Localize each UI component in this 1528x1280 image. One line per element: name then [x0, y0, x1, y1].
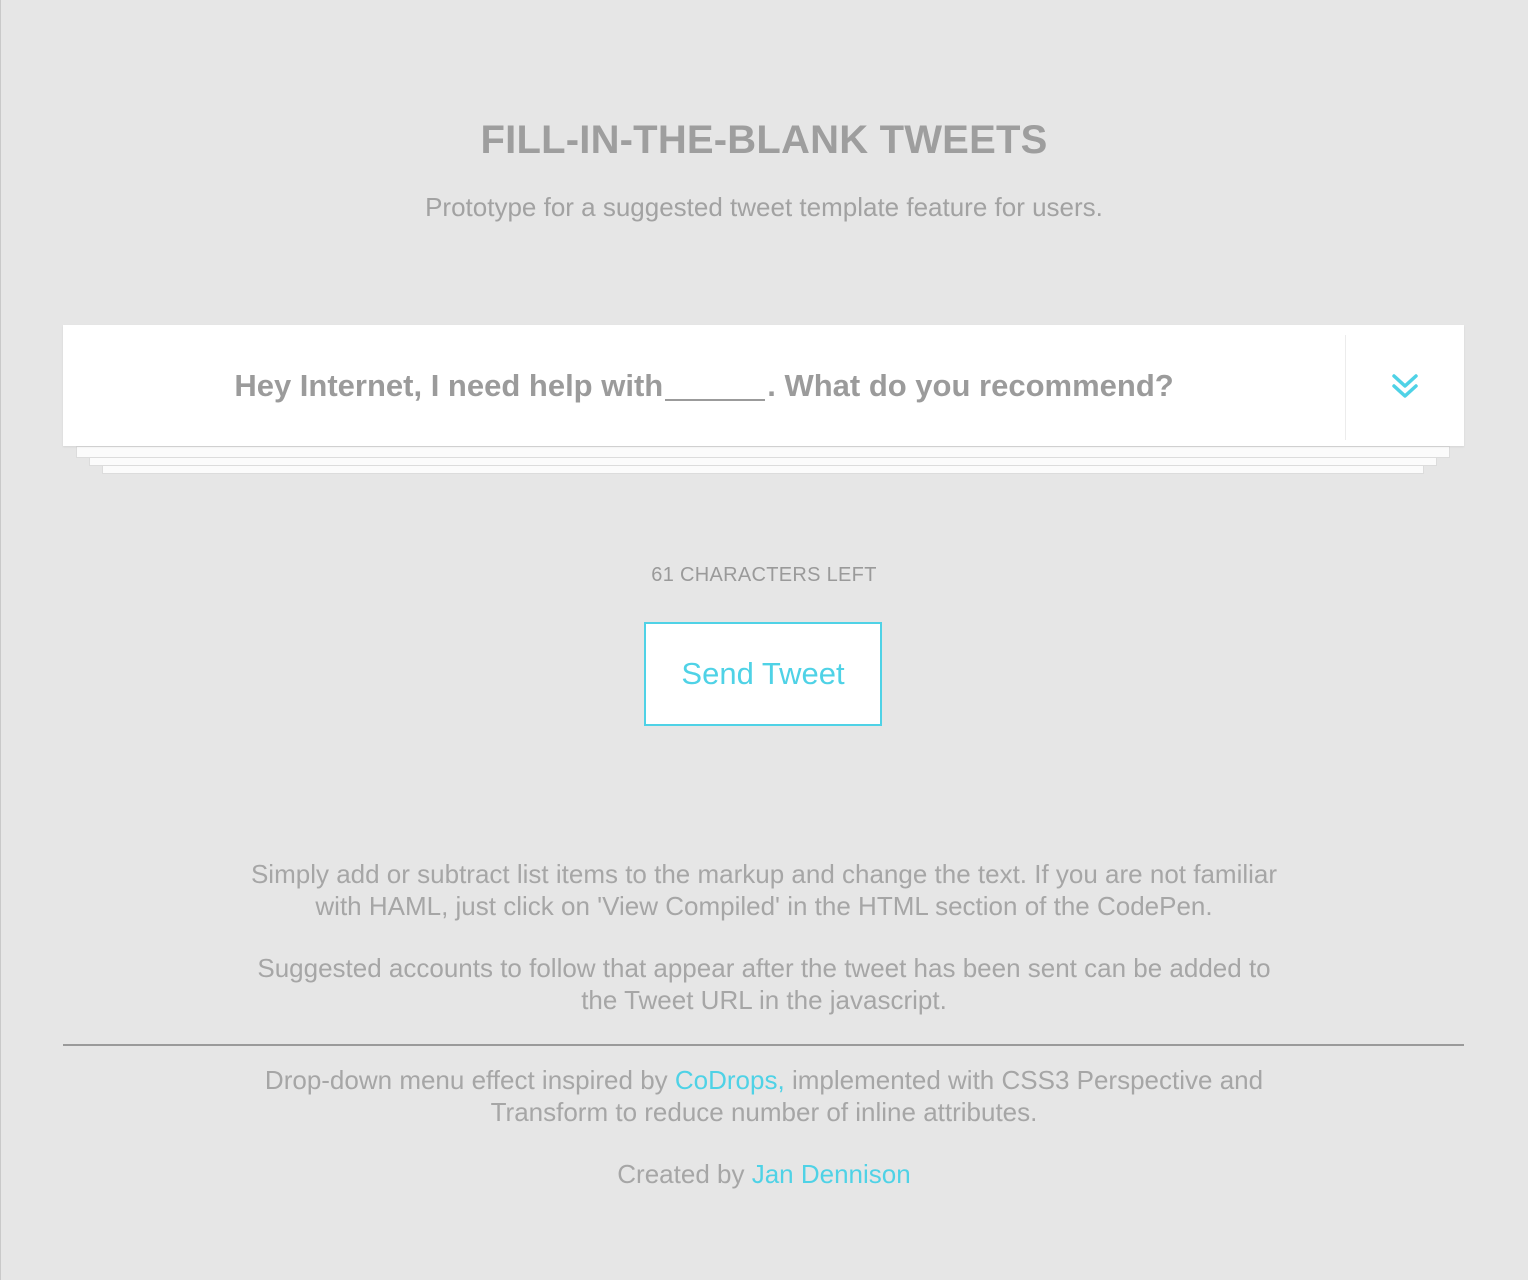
- page-title: FILL-IN-THE-BLANK TWEETS: [480, 118, 1048, 162]
- dropdown-toggle-button[interactable]: [1346, 325, 1464, 446]
- tweet-template-card[interactable]: Hey Internet, I need help with . What do…: [63, 325, 1464, 446]
- info-paragraph-haml: Simply add or subtract list items to the…: [0, 858, 1528, 922]
- footer-credit: Drop-down menu effect inspired by CoDrop…: [0, 1064, 1528, 1128]
- card-stack-layer: [76, 446, 1450, 458]
- tweet-text-before-blank: Hey Internet, I need help with: [234, 367, 664, 403]
- double-chevron-down-icon: [1392, 373, 1418, 398]
- created-by: Created by Jan Dennison: [0, 1158, 1528, 1190]
- codrops-link[interactable]: CoDrops,: [675, 1065, 785, 1095]
- info-line: with HAML, just click on 'View Compiled'…: [315, 891, 1213, 921]
- info-line: Simply add or subtract list items to the…: [250, 859, 1278, 889]
- footer-credit-line: Drop-down menu effect inspired by CoDrop…: [0, 1064, 1528, 1096]
- author-link[interactable]: Jan Dennison: [752, 1159, 911, 1189]
- page-subtitle: Prototype for a suggested tweet template…: [425, 192, 1103, 222]
- footer-divider: [63, 1044, 1464, 1046]
- footer-credit-line2: Transform to reduce number of inline att…: [490, 1097, 1038, 1127]
- tweet-template-text: Hey Internet, I need help with . What do…: [63, 325, 1345, 446]
- info-paragraph-accounts: Suggested accounts to follow that appear…: [0, 952, 1528, 1016]
- tweet-blank-field[interactable]: [665, 363, 766, 401]
- characters-left-counter: 61 CHARACTERS LEFT: [651, 564, 877, 586]
- created-by-label: Created by: [617, 1159, 745, 1189]
- info-line: Suggested accounts to follow that appear…: [257, 953, 1271, 983]
- tweet-text-after-blank: . What do you recommend?: [767, 367, 1174, 403]
- credit-text-after: implemented with CSS3 Perspective and: [791, 1065, 1264, 1095]
- info-line: the Tweet URL in the javascript.: [581, 985, 947, 1015]
- credit-text-before: Drop-down menu effect inspired by: [264, 1065, 668, 1095]
- send-tweet-button[interactable]: Send Tweet: [644, 622, 882, 726]
